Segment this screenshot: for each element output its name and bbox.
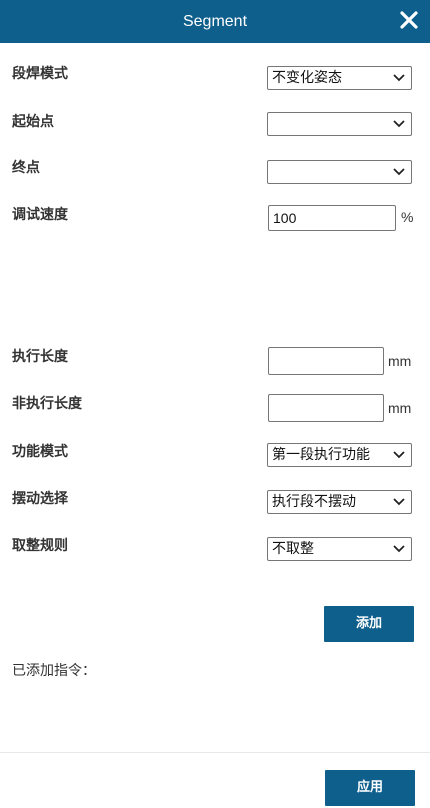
- exec-length-unit: mm: [388, 353, 412, 369]
- weld-mode-value: 不变化姿态: [272, 70, 342, 86]
- chevron-down-icon: [393, 451, 405, 459]
- exec-length-input[interactable]: [268, 347, 384, 375]
- swing-select-select[interactable]: 执行段不摆动: [267, 490, 412, 514]
- function-mode-select[interactable]: 第一段执行功能: [267, 443, 412, 467]
- non-exec-length-label: 非执行长度: [12, 396, 82, 412]
- apply-button[interactable]: 应用: [325, 770, 415, 806]
- rounding-rule-value: 不取整: [272, 541, 314, 557]
- exec-length-label: 执行长度: [12, 349, 68, 365]
- function-mode-label: 功能模式: [12, 444, 68, 460]
- non-exec-length-unit: mm: [388, 400, 412, 416]
- swing-select-label: 摆动选择: [12, 491, 68, 507]
- end-point-select[interactable]: [267, 160, 412, 184]
- start-point-select[interactable]: [267, 112, 412, 136]
- add-button[interactable]: 添加: [324, 606, 414, 642]
- chevron-down-icon: [393, 168, 405, 176]
- debug-speed-label: 调试速度: [12, 207, 68, 223]
- swing-select-value: 执行段不摆动: [272, 494, 356, 510]
- footer-divider: [0, 752, 430, 753]
- chevron-down-icon: [393, 74, 405, 82]
- start-point-label: 起始点: [12, 114, 54, 130]
- dialog-title: Segment: [182, 13, 248, 30]
- rounding-rule-select[interactable]: 不取整: [267, 537, 412, 561]
- function-mode-value: 第一段执行功能: [272, 447, 370, 463]
- weld-mode-select[interactable]: 不变化姿态: [267, 66, 412, 90]
- chevron-down-icon: [393, 498, 405, 506]
- chevron-down-icon: [393, 120, 405, 128]
- debug-speed-input[interactable]: 100: [268, 205, 396, 231]
- rounding-rule-label: 取整规则: [12, 538, 68, 554]
- added-instructions-label: 已添加指令：: [12, 663, 96, 679]
- weld-mode-label: 段焊模式: [12, 66, 68, 82]
- debug-speed-unit: %: [401, 209, 414, 225]
- chevron-down-icon: [393, 545, 405, 553]
- non-exec-length-input[interactable]: [268, 394, 384, 422]
- close-icon[interactable]: [398, 9, 420, 31]
- end-point-label: 终点: [12, 160, 40, 176]
- dialog-header: Segment: [0, 0, 430, 43]
